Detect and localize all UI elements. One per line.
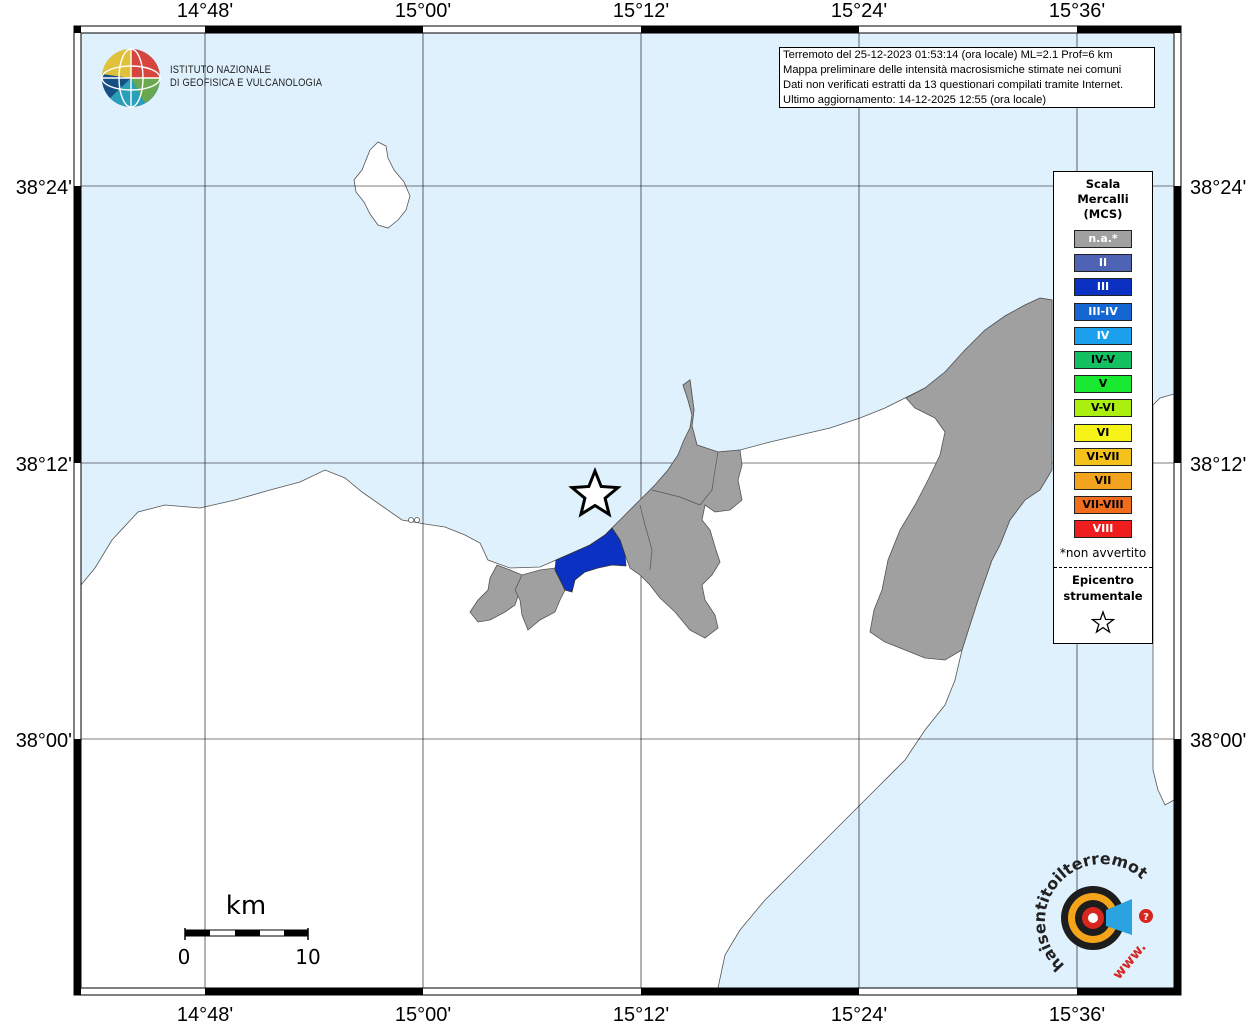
legend-epicenter-label: Epicentro strumentale — [1054, 572, 1152, 604]
lon-labels-bottom: 14°48' 15°00' 15°12' 15°24' 15°36' — [177, 1004, 1105, 1024]
legend-item: IV — [1074, 326, 1132, 345]
legend-item: VII — [1074, 472, 1132, 490]
scale-min-label: 0 — [178, 945, 191, 969]
legend-title-line: Mercalli — [1077, 192, 1129, 206]
islet — [414, 517, 420, 523]
legend-divider — [1054, 567, 1152, 568]
event-info-line: Dati non verificati estratti da 13 quest… — [783, 79, 1124, 91]
lon-label: 15°00' — [395, 0, 451, 22]
ingv-globe-logo — [101, 48, 161, 108]
legend-item: VIII — [1074, 520, 1132, 539]
event-info-line: Ultimo aggiornamento: 14-12-2025 12:55 (… — [783, 94, 1047, 106]
ingv-logo-text: ISTITUTO NAZIONALE DI GEOFISICA E VULCAN… — [170, 64, 322, 90]
lat-label: 38°24' — [16, 177, 72, 199]
legend-item: VI-VII — [1074, 447, 1132, 466]
legend-item: III-IV — [1074, 302, 1132, 321]
lon-label: 15°12' — [613, 1004, 669, 1024]
legend-epicenter-line: Epicentro — [1072, 573, 1134, 587]
legend-item: III — [1074, 278, 1132, 297]
legend-item: VII-VIII — [1074, 496, 1132, 515]
lon-label: 15°24' — [831, 0, 887, 22]
lat-label: 38°00' — [16, 730, 72, 752]
legend-note: *non avvertito — [1059, 546, 1147, 560]
legend-epicenter-line: strumentale — [1063, 589, 1143, 603]
event-info-line: Terremoto del 25-12-2023 01:53:14 (ora l… — [783, 49, 1113, 61]
legend-title-line: (MCS) — [1083, 207, 1123, 221]
svg-text:?: ? — [1143, 912, 1149, 923]
lat-label: 38°12' — [1190, 454, 1246, 476]
macroseismic-map: 14°48' 15°00' 15°12' 15°24' 15°36' 14°48… — [0, 0, 1255, 1024]
lon-label: 15°12' — [613, 0, 669, 22]
legend-item: VI — [1074, 423, 1132, 442]
lon-label: 14°48' — [177, 1004, 233, 1024]
lon-labels-top: 14°48' 15°00' 15°12' 15°24' 15°36' — [177, 0, 1105, 22]
lon-label: 15°36' — [1049, 1004, 1105, 1024]
lat-label: 38°12' — [16, 454, 72, 476]
legend-title: Scala Mercalli (MCS) — [1054, 177, 1152, 222]
event-info-line: Mappa preliminare delle intensità macros… — [783, 64, 1122, 76]
lat-labels-left: 38°24' 38°12' 38°00' — [16, 177, 72, 752]
legend-item: IV-V — [1074, 351, 1132, 369]
lon-label: 14°48' — [177, 0, 233, 22]
event-info-box: Terremoto del 25-12-2023 01:53:14 (ora l… — [779, 47, 1155, 108]
legend-item: II — [1074, 254, 1132, 273]
calabria-coast — [1152, 393, 1174, 806]
star-icon — [1090, 610, 1116, 634]
lat-label: 38°00' — [1190, 730, 1246, 752]
ingv-line1: ISTITUTO NAZIONALE — [170, 64, 272, 76]
mcs-legend: Scala Mercalli (MCS) n.a.* II III III-IV IV I… — [1053, 171, 1153, 644]
legend-item: V — [1074, 375, 1132, 394]
legend-item: n.a.* — [1074, 230, 1132, 248]
scale-max-label: 10 — [295, 945, 320, 969]
lat-labels-right: 38°24' 38°12' 38°00' — [1190, 177, 1246, 752]
lat-label: 38°24' — [1190, 177, 1246, 199]
lon-label: 15°00' — [395, 1004, 451, 1024]
lon-label: 15°36' — [1049, 0, 1105, 22]
legend-item: V-VI — [1074, 399, 1132, 418]
lon-label: 15°24' — [831, 1004, 887, 1024]
scale-unit: km — [226, 891, 266, 921]
legend-title-line: Scala — [1085, 177, 1121, 191]
ingv-line2: DI GEOFISICA E VULCANOLOGIA — [170, 77, 323, 89]
islet — [408, 517, 414, 523]
